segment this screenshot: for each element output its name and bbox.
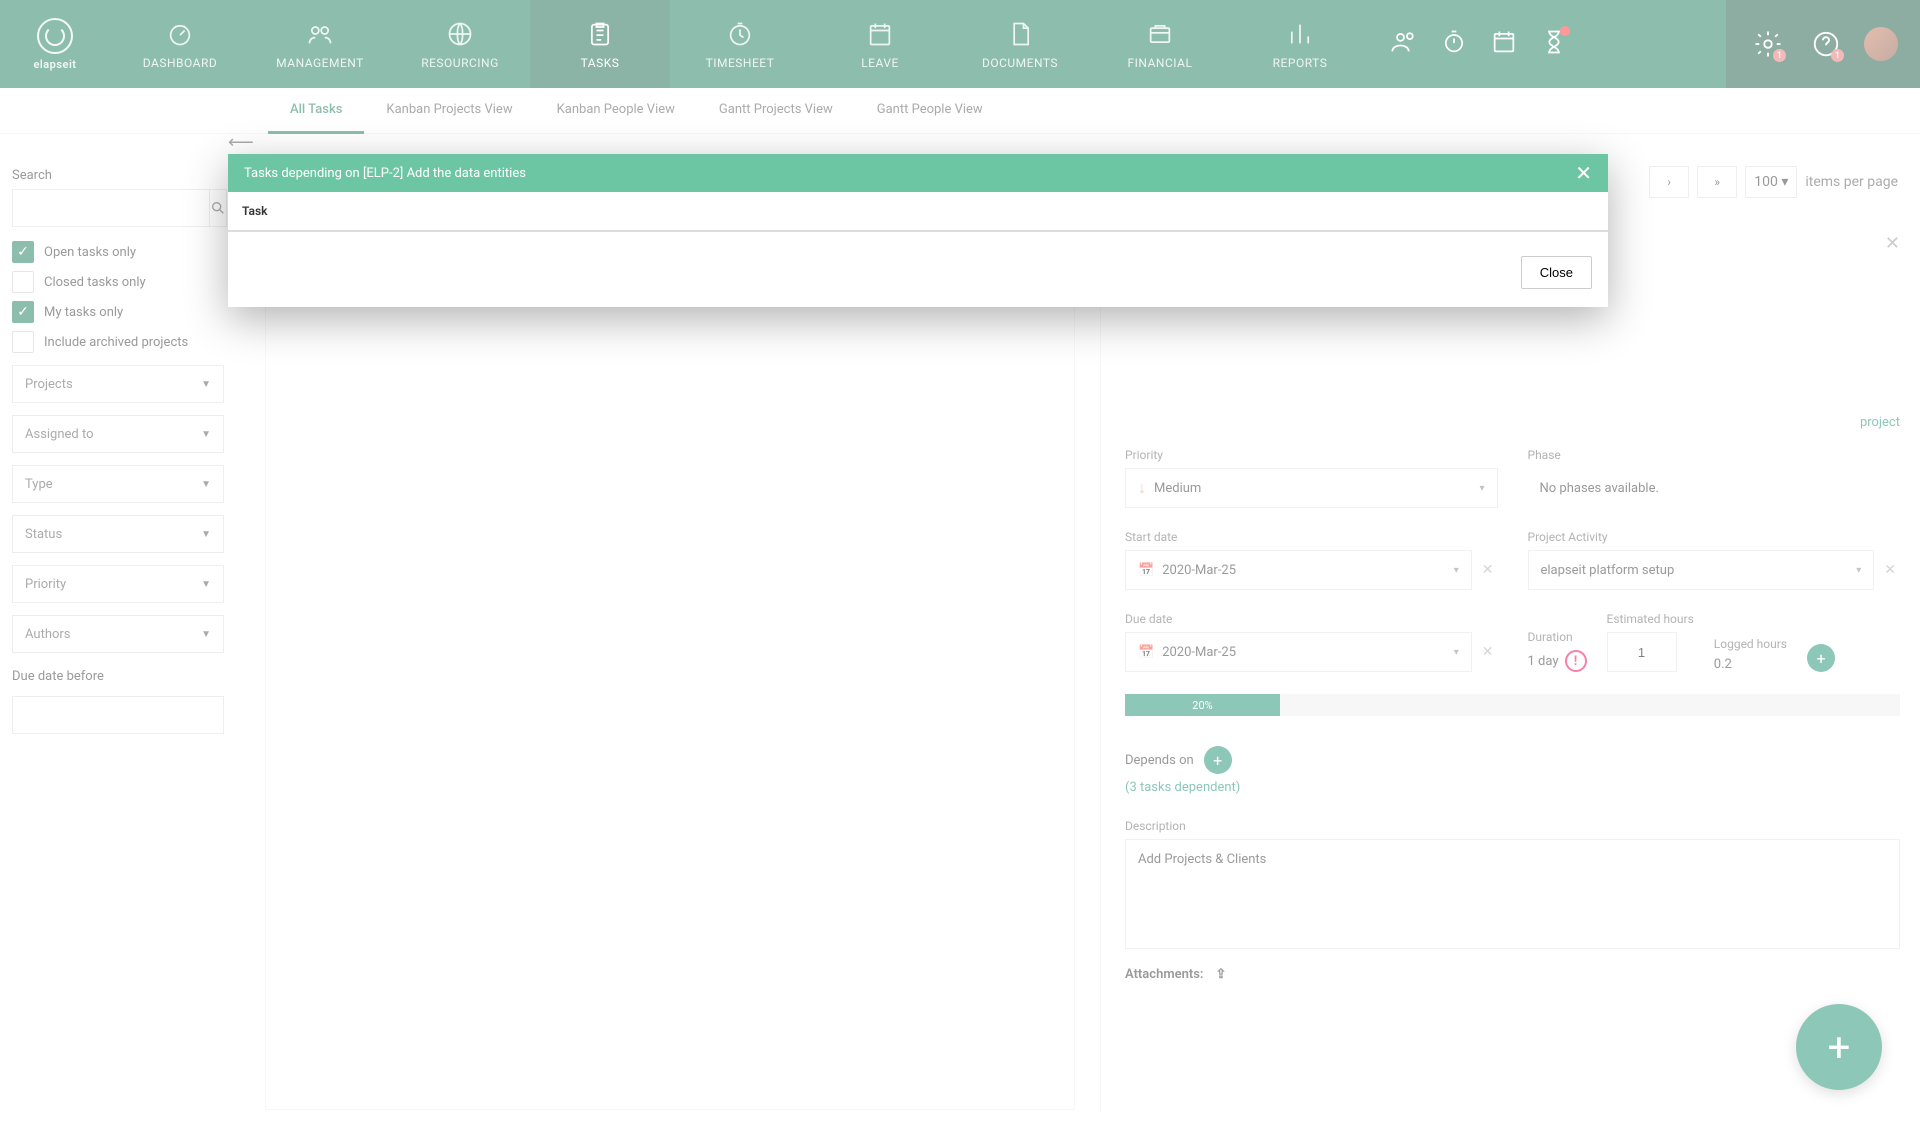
modal-table: Task [228, 192, 1608, 232]
col-task: Task [228, 192, 1608, 231]
modal-close-icon[interactable]: ✕ [1575, 161, 1592, 185]
modal-close-button[interactable]: Close [1521, 256, 1592, 289]
modal-title: Tasks depending on [ELP-2] Add the data … [244, 166, 526, 181]
dependent-tasks-modal: Tasks depending on [ELP-2] Add the data … [228, 154, 1608, 307]
